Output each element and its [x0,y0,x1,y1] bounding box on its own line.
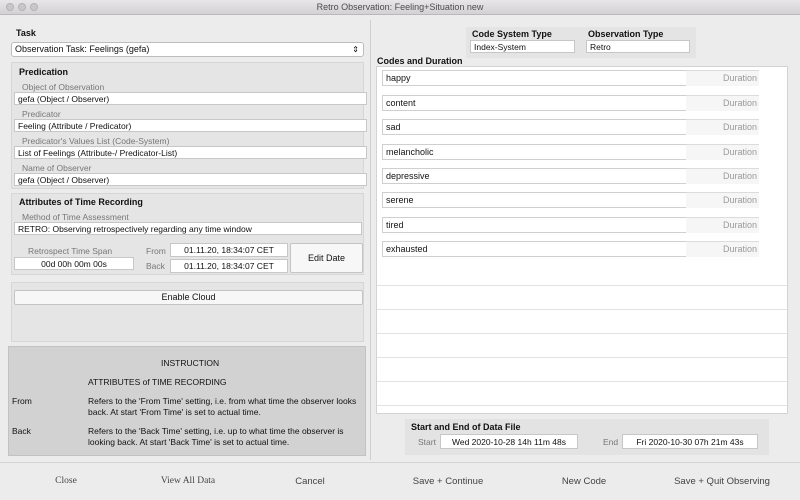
observation-type-label: Observation Type [588,29,664,39]
task-heading: Task [16,28,36,38]
end-label: End [603,437,619,447]
code-system-type-field[interactable]: Index-System [470,40,575,53]
column-divider [370,20,371,460]
title-bar: Retro Observation: Feeling+Situation new [0,0,800,15]
predicator-field[interactable]: Feeling (Attribute / Predicator) [14,119,367,132]
observer-label: Name of Observer [22,163,92,173]
code-duration[interactable]: Duration [686,168,759,184]
object-label: Object of Observation [22,82,105,92]
code-name[interactable]: depressive [382,168,686,184]
predication-heading: Predication [19,67,69,77]
start-field[interactable]: Wed 2020-10-28 14h 11m 48s [440,434,578,449]
code-system-type-label: Code System Type [472,29,552,39]
instruction-text-back: Refers to the 'Back Time' setting, i.e. … [88,426,344,447]
code-row[interactable]: serene Duration [382,192,759,208]
predicator-label: Predicator [22,109,61,119]
code-row[interactable]: happy Duration [382,70,759,86]
data-file-heading: Start and End of Data File [411,422,521,432]
instruction-term-from: From [12,396,32,406]
code-name[interactable]: exhausted [382,241,686,257]
back-label: Back [146,261,165,271]
code-name[interactable]: happy [382,70,686,86]
code-name[interactable]: serene [382,192,686,208]
codes-heading: Codes and Duration [377,56,463,66]
save-quit-button[interactable]: Save + Quit Observing [668,476,776,490]
view-all-data-button[interactable]: View All Data [150,476,226,490]
code-row[interactable]: exhausted Duration [382,241,759,257]
chevron-updown-icon: ⇕ [352,45,359,54]
instruction-title: INSTRUCTION [161,358,220,368]
code-duration[interactable]: Duration [686,144,759,160]
window-title: Retro Observation: Feeling+Situation new [316,2,484,12]
end-field[interactable]: Fri 2020-10-30 07h 21m 43s [622,434,758,449]
span-label: Retrospect Time Span [28,246,113,256]
edit-date-button[interactable]: Edit Date [290,243,363,273]
close-button[interactable]: Close [40,476,92,490]
footer-divider [0,462,800,463]
values-list-label: Predicator's Values List (Code-System) [22,136,170,146]
code-name[interactable]: content [382,95,686,111]
back-date-field[interactable]: 01.11.20, 18:34:07 CET [170,259,288,273]
code-name[interactable]: sad [382,119,686,135]
window-controls[interactable] [6,3,38,11]
code-row[interactable]: content Duration [382,95,759,111]
instruction-text-from: Refers to the 'From Time' setting, i.e. … [88,396,357,417]
code-name[interactable]: melancholic [382,144,686,160]
cancel-button[interactable]: Cancel [285,476,335,490]
code-row[interactable]: sad Duration [382,119,759,135]
from-label: From [146,246,166,256]
close-window-icon[interactable] [6,3,14,11]
method-field[interactable]: RETRO: Observing retrospectively regardi… [14,222,362,235]
save-continue-button[interactable]: Save + Continue [405,476,491,490]
enable-cloud-button[interactable]: Enable Cloud [14,290,363,305]
code-duration[interactable]: Duration [686,217,759,233]
code-name[interactable]: tired [382,217,686,233]
code-row[interactable]: depressive Duration [382,168,759,184]
task-select-value: Observation Task: Feelings (gefa) [15,44,150,54]
code-duration[interactable]: Duration [686,70,759,86]
object-field[interactable]: gefa (Object / Observer) [14,92,367,105]
observation-type-field[interactable]: Retro [586,40,690,53]
observer-field[interactable]: gefa (Object / Observer) [14,173,367,186]
instruction-term-back: Back [12,426,31,436]
method-label: Method of Time Assessment [22,212,129,222]
code-duration[interactable]: Duration [686,95,759,111]
code-duration[interactable]: Duration [686,241,759,257]
code-row[interactable]: melancholic Duration [382,144,759,160]
time-recording-heading: Attributes of Time Recording [19,197,143,207]
code-duration[interactable]: Duration [686,192,759,208]
empty-rows [377,262,787,413]
minimize-window-icon[interactable] [18,3,26,11]
from-date-field[interactable]: 01.11.20, 18:34:07 CET [170,243,288,257]
new-code-button[interactable]: New Code [555,476,613,490]
code-row[interactable]: tired Duration [382,217,759,233]
span-field[interactable]: 00d 00h 00m 00s [14,257,134,270]
start-label: Start [418,437,436,447]
code-duration[interactable]: Duration [686,119,759,135]
task-select[interactable]: Observation Task: Feelings (gefa) ⇕ [11,42,364,57]
values-list-field[interactable]: List of Feelings (Attribute-/ Predicator… [14,146,367,159]
zoom-window-icon[interactable] [30,3,38,11]
instruction-subtitle: ATTRIBUTES of TIME RECORDING [88,377,227,387]
